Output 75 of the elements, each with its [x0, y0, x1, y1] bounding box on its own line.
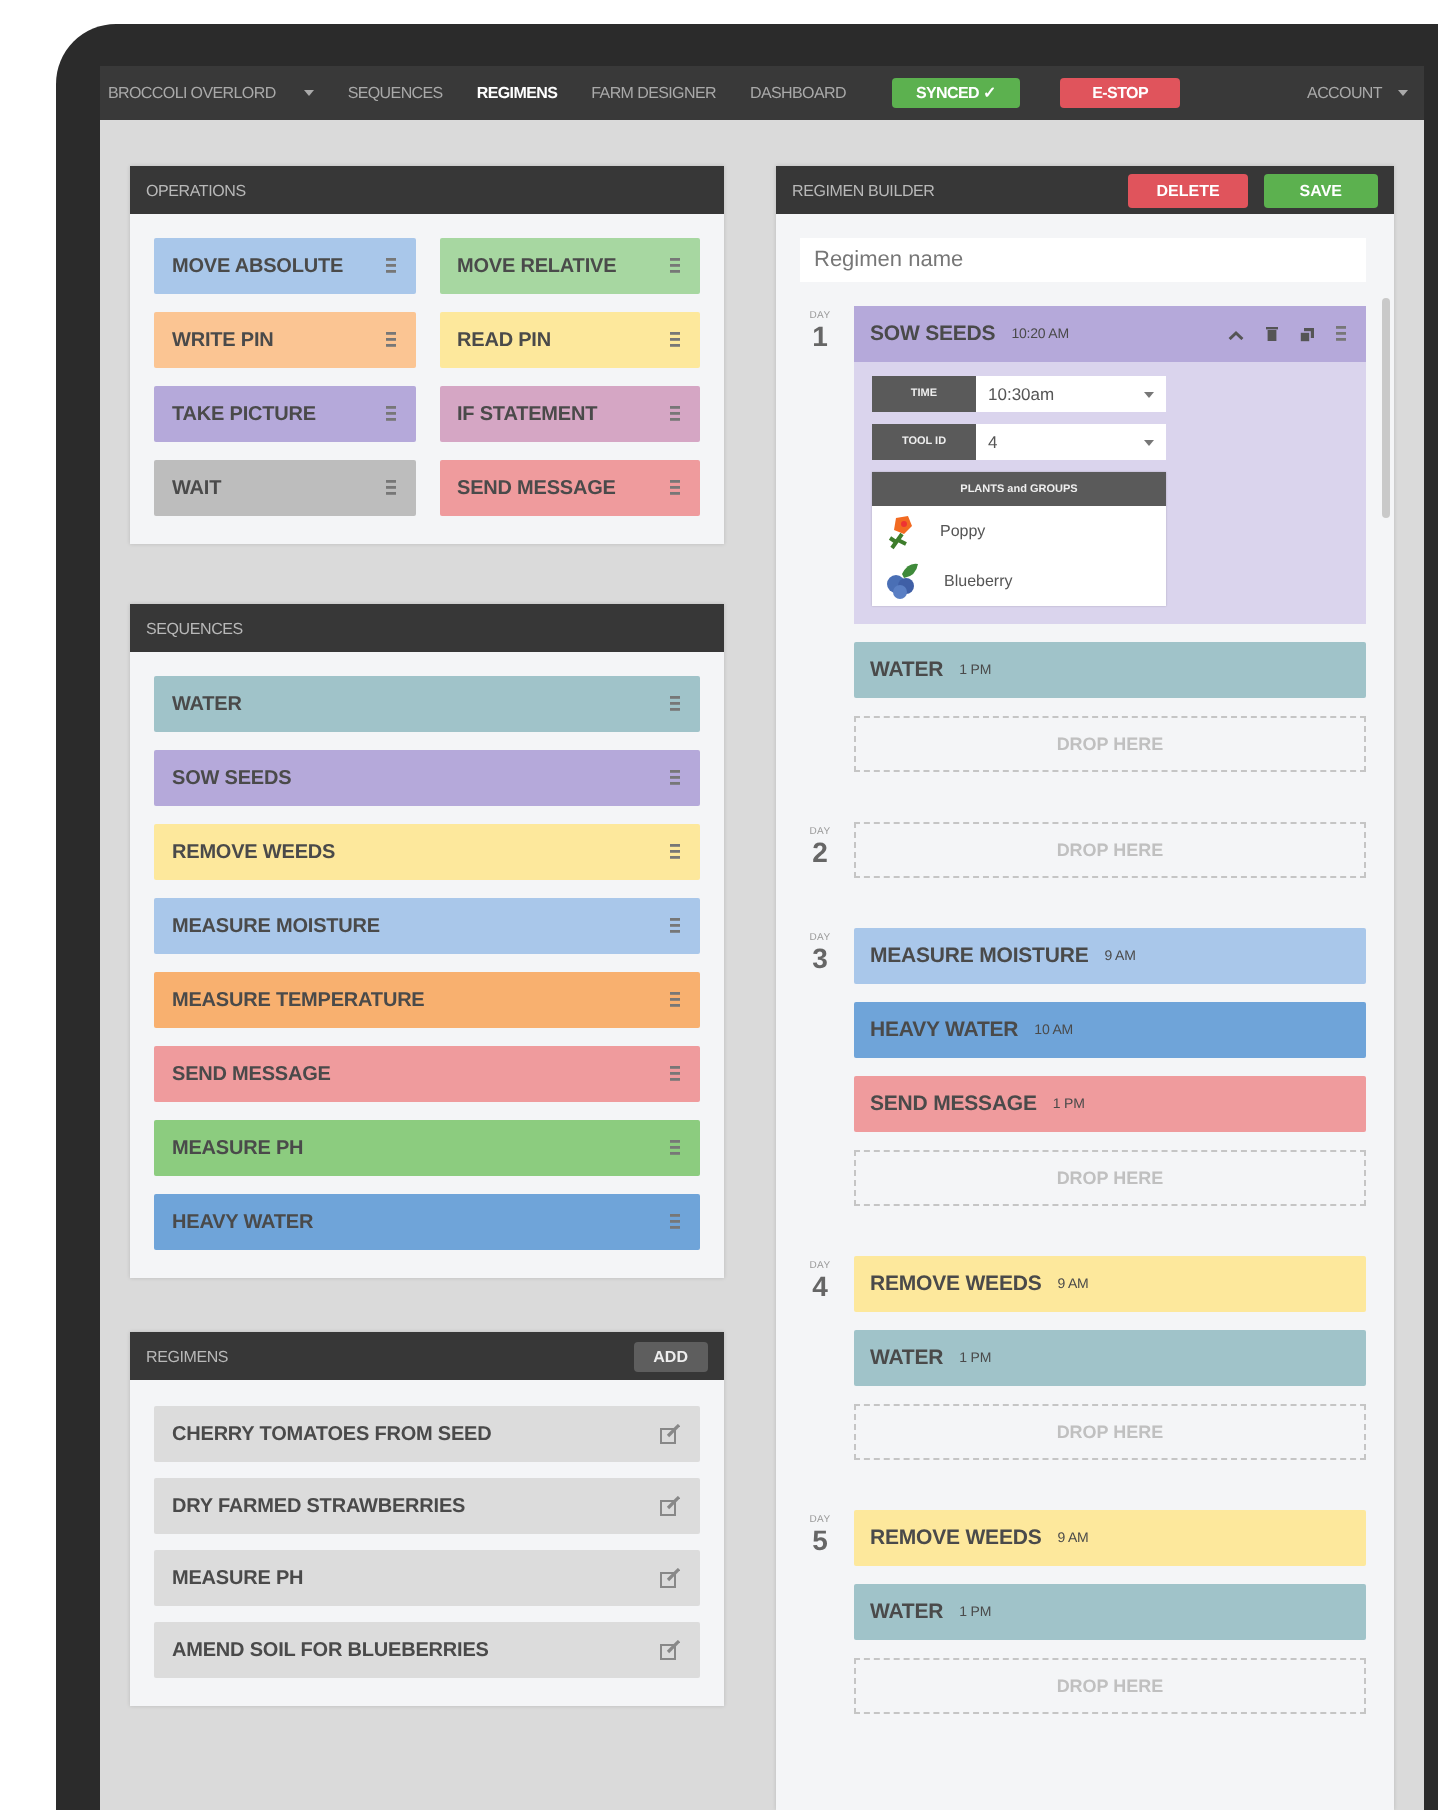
account-menu[interactable]: ACCOUNT [1307, 84, 1408, 102]
drag-handle-icon [670, 918, 680, 934]
drag-handle-icon [385, 332, 395, 348]
panel-title: SEQUENCES [146, 619, 243, 637]
drag-handle-icon [670, 992, 680, 1008]
collapse-caret-icon [1228, 329, 1244, 339]
day-number: 5 [812, 1526, 828, 1554]
caret-icon [1398, 90, 1408, 96]
operation-block[interactable]: MOVE RELATIVE [439, 238, 700, 294]
panel-title: REGIMEN BUILDER [792, 181, 935, 199]
sequence-item[interactable]: SEND MESSAGE [154, 1046, 700, 1102]
regimen-name-field[interactable]: Regimen name [800, 238, 1366, 282]
sequence-item[interactable]: MEASURE TEMPERATURE [154, 972, 700, 1028]
trash-icon [1266, 326, 1278, 342]
sequence-item[interactable]: SOW SEEDS [154, 750, 700, 806]
regimen-item[interactable]: CHERRY TOMATOES FROM SEED [154, 1406, 700, 1462]
day-number: 2 [812, 838, 828, 866]
regimen-item[interactable]: MEASURE PH [154, 1550, 700, 1606]
drag-handle-icon [670, 332, 680, 348]
drag-handle-icon [670, 1140, 680, 1156]
nav-link[interactable]: SEQUENCES [347, 84, 443, 102]
operation-block[interactable]: IF STATEMENT [439, 386, 700, 442]
sequence-item[interactable]: MEASURE MOISTURE [154, 898, 700, 954]
drag-handle-icon [1336, 326, 1346, 342]
edit-icon [660, 1640, 680, 1660]
edit-icon [660, 1424, 680, 1444]
drag-handle-icon [385, 258, 395, 274]
nav-link[interactable]: FARM DESIGNER [591, 84, 716, 102]
operation-block[interactable]: TAKE PICTURE [154, 386, 415, 442]
nav-link[interactable]: DASHBOARD [749, 84, 846, 102]
select-field[interactable]: 10:30am [976, 376, 1166, 412]
drag-handle-icon [670, 844, 680, 860]
save-button[interactable]: SAVE [1263, 173, 1378, 207]
operation-block[interactable]: READ PIN [439, 312, 700, 368]
caret-icon [1144, 391, 1154, 397]
operation-block[interactable]: WRITE PIN [154, 312, 415, 368]
drag-handle-icon [670, 1066, 680, 1082]
plant-item[interactable]: Blueberry [872, 556, 1166, 606]
scrollbar[interactable] [1382, 298, 1390, 518]
drag-handle-icon [670, 406, 680, 422]
day-number: 3 [812, 944, 828, 972]
plant-item[interactable]: Poppy [872, 506, 1166, 556]
sequence-item[interactable]: WATER [154, 676, 700, 732]
caret-icon [1144, 439, 1154, 445]
sync-status-button[interactable]: SYNCED ✓ [891, 78, 1021, 108]
add-button[interactable]: ADD [633, 1341, 708, 1371]
regimen-item[interactable]: AMEND SOIL FOR BLUEBERRIES [154, 1622, 700, 1678]
nav-link[interactable]: BROCCOLI OVERLORD [108, 84, 314, 102]
drag-handle-icon [385, 480, 395, 496]
operation-block[interactable]: WAIT [154, 460, 415, 516]
delete-button[interactable]: DELETE [1128, 173, 1248, 207]
sequence-item[interactable]: MEASURE PH [154, 1120, 700, 1176]
drag-handle-icon [670, 696, 680, 712]
panel-title: REGIMENS [146, 1347, 229, 1365]
panel-title: OPERATIONS [146, 181, 246, 199]
day-number: 1 [812, 322, 828, 350]
operation-block[interactable]: MOVE ABSOLUTE [154, 238, 415, 294]
edit-icon [660, 1496, 680, 1516]
flower-icon [884, 513, 916, 549]
drag-handle-icon [670, 770, 680, 786]
regimen-item[interactable]: DRY FARMED STRAWBERRIES [154, 1478, 700, 1534]
berry-icon [884, 562, 920, 600]
nav-link[interactable]: REGIMENS [476, 84, 558, 102]
drag-handle-icon [670, 1214, 680, 1230]
copy-icon [1300, 327, 1314, 341]
drag-handle-icon [385, 406, 395, 422]
select-field[interactable]: 4 [976, 424, 1166, 460]
edit-icon [660, 1568, 680, 1588]
day-number: 4 [812, 1272, 828, 1300]
operation-block[interactable]: SEND MESSAGE [439, 460, 700, 516]
drag-handle-icon [670, 258, 680, 274]
estop-button[interactable]: E-STOP [1060, 78, 1180, 108]
drag-handle-icon [670, 480, 680, 496]
sequence-item[interactable]: HEAVY WATER [154, 1194, 700, 1250]
sequence-item[interactable]: REMOVE WEEDS [154, 824, 700, 880]
